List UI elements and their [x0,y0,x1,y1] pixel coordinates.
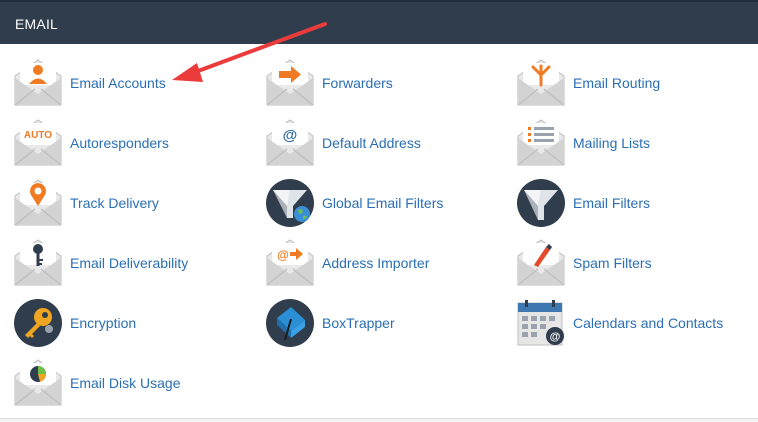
email-routing-icon [517,59,565,106]
encryption-icon [14,299,62,347]
email-disk-usage-icon [14,359,62,406]
email-panel: EMAIL Email Accounts Forwarders Email Ro… [0,0,758,419]
tool-calendars-and-contacts[interactable]: @ Calendars and Contacts [516,298,723,348]
tool-email-routing[interactable]: Email Routing [516,58,660,108]
tool-global-email-filters[interactable]: Global Email Filters [265,178,443,228]
spam-filters-icon [517,239,565,286]
panel-header[interactable]: EMAIL [0,0,758,44]
svg-text:AUTO: AUTO [24,130,52,141]
tool-email-filters[interactable]: Email Filters [516,178,650,228]
tool-email-accounts[interactable]: Email Accounts [13,58,166,108]
tool-forwarders[interactable]: Forwarders [265,58,393,108]
tool-label: Encryption [70,315,137,331]
tool-label: Spam Filters [573,255,652,271]
tool-label: Email Accounts [70,75,166,91]
global-email-filters-icon [266,179,314,227]
tool-autoresponders[interactable]: AUTO Autoresponders [13,118,169,168]
svg-text:@: @ [550,331,561,343]
page: EMAIL Email Accounts Forwarders Email Ro… [0,0,758,422]
tool-mailing-lists[interactable]: Mailing Lists [516,118,650,168]
tool-label: Autoresponders [70,135,169,151]
default-address-icon: @ [266,119,314,166]
tool-label: Address Importer [322,255,430,271]
tool-label: Calendars and Contacts [573,315,724,331]
svg-text:@: @ [283,127,298,144]
calendars-and-contacts-icon: @ [517,300,564,346]
boxtrapper-icon [266,299,314,347]
tool-email-disk-usage[interactable]: Email Disk Usage [13,358,180,408]
email-deliverability-icon [14,239,62,286]
tool-spam-filters[interactable]: Spam Filters [516,238,652,288]
tool-boxtrapper[interactable]: BoxTrapper [265,298,395,348]
tool-label: BoxTrapper [322,315,395,331]
panel-title: EMAIL [15,16,59,32]
mailing-lists-icon [517,119,565,166]
tool-email-deliverability[interactable]: Email Deliverability [13,238,188,288]
tool-label: Mailing Lists [573,135,651,151]
email-accounts-icon [14,59,62,106]
tool-label: Forwarders [322,75,393,91]
tool-label: Email Deliverability [70,255,189,271]
svg-text:@: @ [277,248,289,262]
tool-address-importer[interactable]: @ Address Importer [265,238,429,288]
tool-encryption[interactable]: Encryption [13,298,136,348]
track-delivery-icon [14,179,62,226]
email-filters-icon [517,179,565,227]
tool-track-delivery[interactable]: Track Delivery [13,178,159,228]
address-importer-icon: @ [266,239,314,286]
tool-label: Email Filters [573,195,651,211]
autoresponders-icon: AUTO [14,119,62,166]
tool-label: Default Address [322,135,421,151]
tool-label: Email Disk Usage [70,375,181,391]
tool-label: Track Delivery [70,195,159,211]
tool-label: Email Routing [573,75,661,91]
tool-label: Global Email Filters [322,195,444,211]
forwarders-icon [266,59,314,106]
tool-default-address[interactable]: @ Default Address [265,118,421,168]
